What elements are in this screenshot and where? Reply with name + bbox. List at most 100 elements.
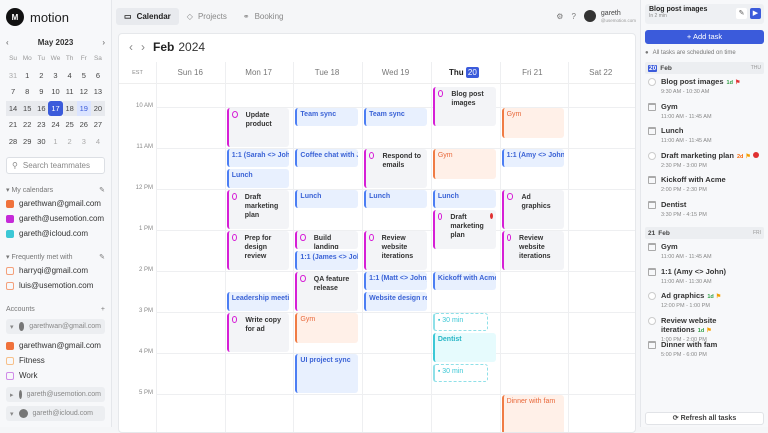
mini-calendar-day[interactable]: 26 <box>77 117 91 133</box>
calendar-event[interactable]: Gym <box>502 108 565 139</box>
account-group[interactable]: ▸gareth@usemotion.com <box>6 387 105 402</box>
calendar-item[interactable]: gareth@icloud.com <box>6 226 105 241</box>
day-header[interactable]: Fri 21 <box>498 62 566 83</box>
calendar-event[interactable]: Prep for design review <box>227 231 290 270</box>
calendar-event[interactable]: Update product <box>227 108 290 147</box>
calendar-event[interactable]: UI project sync <box>295 354 358 393</box>
calendar-event[interactable]: Blog post images <box>433 87 496 126</box>
help-icon[interactable]: ? <box>571 12 575 21</box>
mini-calendar-day[interactable]: 18 <box>63 101 77 117</box>
prev-month-button[interactable]: ‹ <box>6 38 9 47</box>
calendar-checkbox[interactable] <box>6 230 14 238</box>
mini-calendar-day[interactable]: 5 <box>77 68 91 84</box>
tab-calendar[interactable]: ▭Calendar <box>116 8 179 25</box>
mini-calendar-day[interactable]: 3 <box>77 134 91 150</box>
calendar-event[interactable]: Coffee chat with J <box>295 149 358 168</box>
settings-icon[interactable]: ⚙ <box>556 12 563 21</box>
calendar-event[interactable]: Write copy for ad <box>227 313 290 352</box>
prev-week-button[interactable]: ‹ <box>129 40 133 54</box>
calendar-item[interactable]: garethwan@gmail.com <box>6 196 105 211</box>
calendar-checkbox[interactable] <box>6 372 14 380</box>
day-header[interactable]: Tue 18 <box>293 62 361 83</box>
mini-calendar-day[interactable]: 16 <box>34 101 48 117</box>
start-task-icon[interactable]: ▶ <box>750 8 761 19</box>
mini-calendar-day[interactable]: 17 <box>48 101 62 117</box>
task-item[interactable]: Draft marketing plan2d⚑ 2:30 PM - 3:00 P… <box>645 148 764 173</box>
calendar-event[interactable]: Respond to emails <box>364 149 427 188</box>
mini-calendar-day[interactable]: 6 <box>91 68 105 84</box>
calendar-item[interactable]: luis@usemotion.com <box>6 278 105 293</box>
calendar-event[interactable]: Team sync <box>364 108 427 127</box>
calendar-event[interactable]: Lunch <box>227 169 290 188</box>
calendar-checkbox[interactable] <box>6 200 14 208</box>
calendar-event[interactable]: Review website iterations <box>364 231 427 270</box>
mini-calendar-day[interactable]: 3 <box>48 68 62 84</box>
mini-calendar-day[interactable]: 29 <box>20 134 34 150</box>
task-item[interactable]: Kickoff with Acme2:00 PM - 2:30 PM <box>645 172 764 197</box>
calendar-event[interactable]: Website design review <box>364 292 427 311</box>
calendar-event[interactable]: 1:1 (James <> John) <box>295 251 358 270</box>
travel-time-block[interactable]: ▪ 30 min <box>433 313 488 332</box>
task-item[interactable]: Gym11:00 AM - 11:45 AM <box>645 99 764 124</box>
mini-calendar-day[interactable]: 4 <box>63 68 77 84</box>
mini-calendar-day[interactable]: 23 <box>34 117 48 133</box>
mini-calendar-day[interactable]: 4 <box>91 134 105 150</box>
calendar-event[interactable]: Lunch <box>433 190 496 209</box>
mini-calendar-day[interactable]: 14 <box>6 101 20 117</box>
current-task-card[interactable]: Blog post images In 2 min ✎▶ <box>645 4 764 24</box>
mini-calendar-day[interactable]: 13 <box>91 84 105 100</box>
mini-calendar-day[interactable]: 28 <box>6 134 20 150</box>
task-circle-icon[interactable] <box>648 152 656 160</box>
calendar-event[interactable]: Build landing page <box>295 231 358 250</box>
calendar-event[interactable]: Team sync <box>295 108 358 127</box>
day-header[interactable]: Mon 17 <box>224 62 292 83</box>
mini-calendar-day[interactable]: 22 <box>20 117 34 133</box>
next-week-button[interactable]: › <box>141 40 145 54</box>
task-circle-icon[interactable] <box>648 292 656 300</box>
calendar-event[interactable]: 1:1 (Amy <> John) <box>502 149 565 168</box>
task-item[interactable]: Gym11:00 AM - 11:45 AM <box>645 239 764 264</box>
calendar-item[interactable]: Work <box>6 368 105 383</box>
calendar-item[interactable]: Fitness <box>6 353 105 368</box>
mini-calendar-day[interactable]: 19 <box>77 101 91 117</box>
calendar-item[interactable]: harryqi@gmail.com <box>6 263 105 278</box>
calendar-event[interactable]: Draft marketing plan <box>433 210 496 249</box>
task-item[interactable]: Blog post images1d⚑9:30 AM - 10:30 AM <box>645 74 764 99</box>
day-header[interactable]: Sat 22 <box>567 62 635 83</box>
calendar-checkbox[interactable] <box>6 215 14 223</box>
day-header[interactable]: Thu 20 <box>430 62 498 83</box>
calendar-event[interactable]: Lunch <box>364 190 427 209</box>
my-calendars-section[interactable]: ▾ My calendars✎ <box>6 184 105 196</box>
mini-calendar-day[interactable]: 31 <box>6 68 20 84</box>
day-header[interactable]: Wed 19 <box>361 62 429 83</box>
mini-calendar-day[interactable]: 20 <box>91 101 105 117</box>
mini-calendar-day[interactable]: 21 <box>6 117 20 133</box>
calendar-event[interactable]: 1:1 (Sarah <> John) <box>227 149 290 168</box>
calendar-event[interactable]: Ad graphics <box>502 190 565 229</box>
task-item[interactable]: Lunch11:00 AM - 11:45 AM <box>645 123 764 148</box>
mini-calendar-day[interactable]: 15 <box>20 101 34 117</box>
task-circle-icon[interactable] <box>648 317 656 325</box>
calendar-grid[interactable]: 10 AM11 AM12 PM1 PM2 PM3 PM4 PM5 PMUpdat… <box>119 84 635 432</box>
calendar-event[interactable]: Draft marketing plan <box>227 190 290 229</box>
calendar-event[interactable]: Review website iterations <box>502 231 565 270</box>
user-menu[interactable]: gareth@usemotion.com <box>584 10 636 23</box>
calendar-event[interactable]: Leadership meeting <box>227 292 290 311</box>
edit-icon[interactable]: ✎ <box>99 253 105 261</box>
frequently-met-section[interactable]: ▾ Frequently met with✎ <box>6 251 105 263</box>
mini-calendar-day[interactable]: 24 <box>48 117 62 133</box>
add-account-icon[interactable]: + <box>101 306 105 313</box>
calendar-event[interactable]: QA feature release <box>295 272 358 311</box>
tab-projects[interactable]: ◇Projects <box>179 8 235 25</box>
travel-time-block[interactable]: ▪ 30 min <box>433 364 488 383</box>
calendar-checkbox[interactable] <box>6 267 14 275</box>
task-item[interactable]: 1:1 (Amy <> John)11:00 AM - 11:30 AM <box>645 264 764 289</box>
calendar-item[interactable]: garethwan@gmail.com <box>6 338 105 353</box>
edit-icon[interactable]: ✎ <box>99 186 105 194</box>
mini-calendar-day[interactable]: 30 <box>34 134 48 150</box>
account-group[interactable]: ▾garethwan@gmail.com <box>6 319 105 334</box>
account-group[interactable]: ▾gareth@icloud.com <box>6 406 105 421</box>
mini-calendar-day[interactable]: 25 <box>63 117 77 133</box>
mini-calendar-day[interactable]: 10 <box>48 84 62 100</box>
calendar-checkbox[interactable] <box>6 282 14 290</box>
